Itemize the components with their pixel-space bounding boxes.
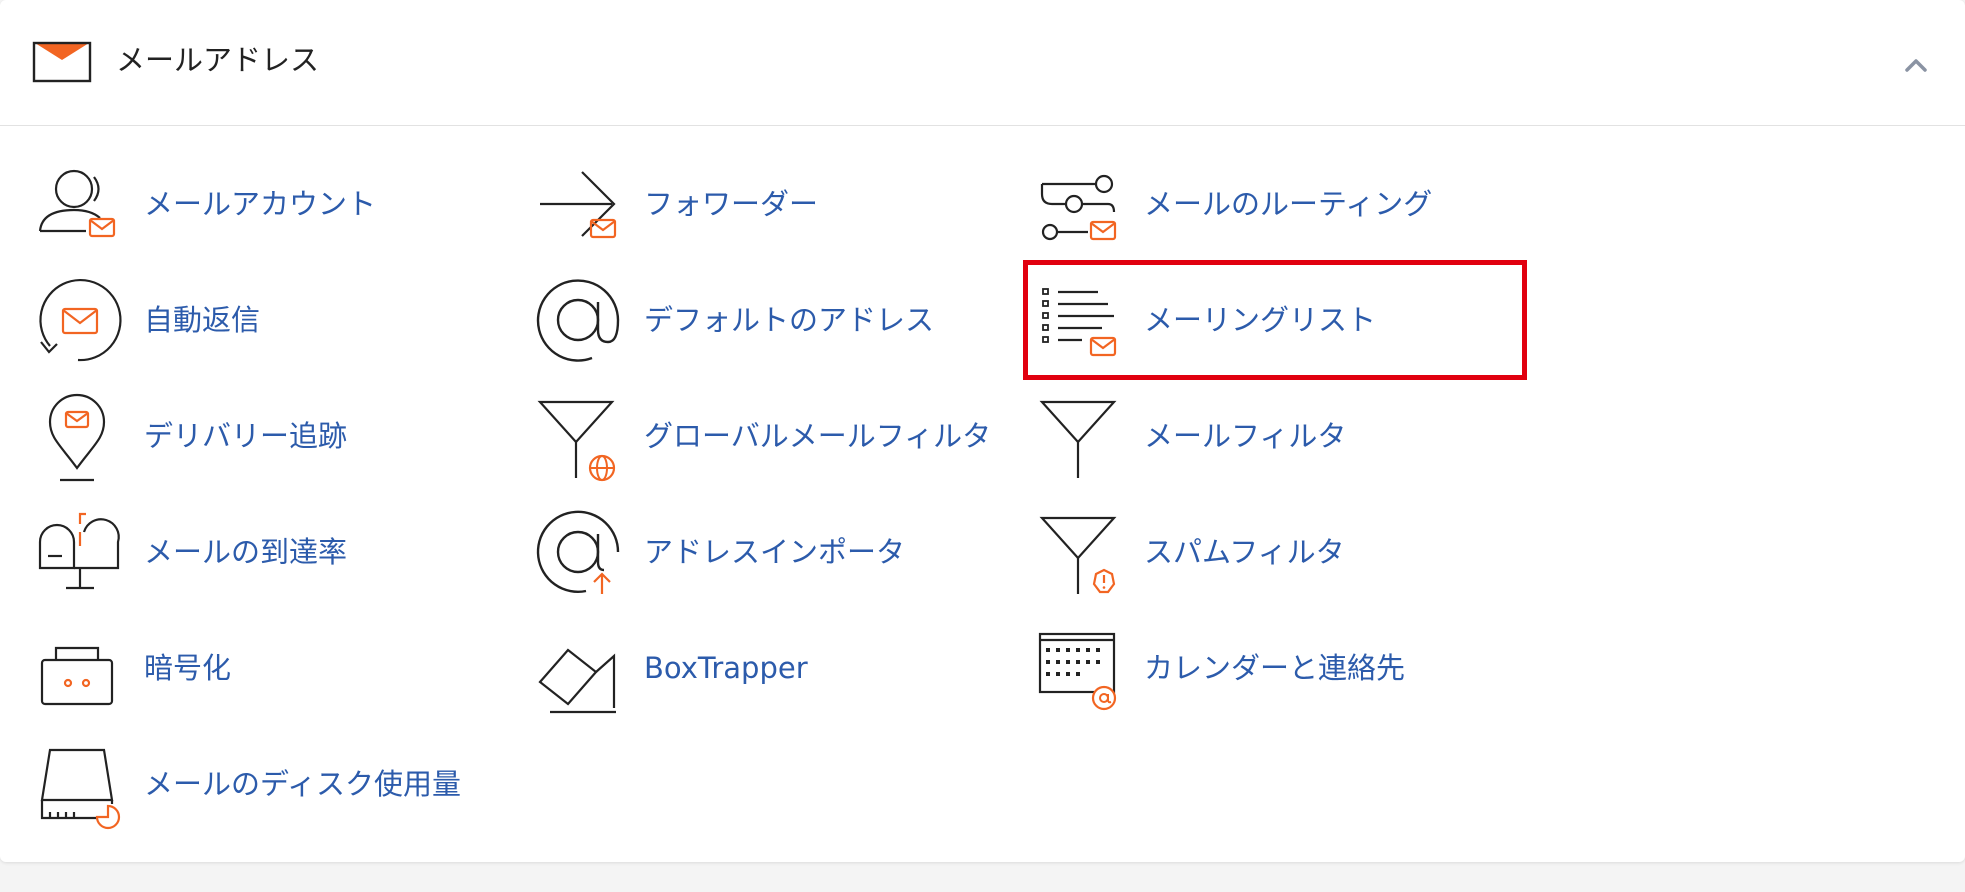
user-mail-icon [38, 169, 116, 238]
item-label: グローバルメールフィルタ [644, 419, 992, 453]
item-label: カレンダーと連絡先 [1144, 651, 1406, 685]
at-sign-import-icon [536, 510, 620, 594]
location-pin-mail-icon [48, 393, 106, 482]
funnel-globe-icon [537, 400, 616, 482]
item-label: メールアカウント [144, 187, 377, 221]
at-sign-icon [536, 279, 620, 362]
eraser-icon [538, 648, 616, 714]
envelope-icon [32, 41, 92, 83]
email-accounts-link[interactable]: メールアカウント [36, 156, 526, 252]
calendars-contacts-link[interactable]: カレンダーと連絡先 [1036, 620, 1526, 716]
autoresponders-link[interactable]: 自動返信 [36, 272, 526, 368]
disk-usage-icon [40, 748, 121, 830]
forwarders-link[interactable]: フォワーダー [536, 156, 1026, 252]
spam-filters-link[interactable]: スパムフィルタ [1036, 504, 1526, 600]
funnel-icon [1039, 400, 1117, 478]
item-label: メールのディスク使用量 [144, 767, 461, 801]
email-filters-link[interactable]: メールフィルタ [1036, 388, 1526, 484]
default-address-link[interactable]: デフォルトのアドレス [536, 272, 1026, 368]
mailbox-icon [38, 512, 120, 590]
item-label: フォワーダー [644, 187, 819, 221]
encryption-link[interactable]: 暗号化 [36, 620, 526, 716]
highlight-box [1023, 260, 1527, 380]
section-title: メールアドレス [116, 43, 320, 77]
boxtrapper-link[interactable]: BoxTrapper [536, 620, 1026, 716]
item-label: メールフィルタ [1144, 419, 1347, 453]
forward-arrow-mail-icon [540, 171, 617, 239]
item-label: BoxTrapper [644, 651, 808, 685]
chevron-up-icon[interactable] [1896, 46, 1936, 86]
item-label: 暗号化 [144, 651, 232, 685]
funnel-alert-icon [1039, 516, 1117, 594]
section-header[interactable]: メールアドレス [0, 0, 1965, 126]
item-label: デフォルトのアドレス [644, 303, 935, 337]
email-section-panel: メールアドレス メールアカウント 自動返信 デリバリー追跡 メールの到達率 暗号… [0, 0, 1965, 862]
email-disk-usage-link[interactable]: メールのディスク使用量 [36, 736, 526, 832]
track-delivery-link[interactable]: デリバリー追跡 [36, 388, 526, 484]
lock-box-icon [40, 646, 114, 706]
address-importer-link[interactable]: アドレスインポータ [536, 504, 1026, 600]
autoresponder-icon [39, 279, 122, 362]
item-label: 自動返信 [144, 303, 261, 337]
item-label: メールの到達率 [144, 535, 348, 569]
item-label: デリバリー追跡 [144, 419, 348, 453]
feature-grid: メールアカウント 自動返信 デリバリー追跡 メールの到達率 暗号化 メールのディ… [0, 125, 1965, 860]
email-deliverability-link[interactable]: メールの到達率 [36, 504, 526, 600]
routing-sliders-icon [1040, 174, 1117, 241]
calendar-at-icon [1038, 632, 1117, 711]
item-label: スパムフィルタ [1144, 535, 1345, 569]
item-label: メールのルーティング [1144, 187, 1433, 221]
email-routing-link[interactable]: メールのルーティング [1036, 156, 1526, 252]
global-email-filters-link[interactable]: グローバルメールフィルタ [536, 388, 1026, 484]
item-label: アドレスインポータ [644, 535, 906, 569]
